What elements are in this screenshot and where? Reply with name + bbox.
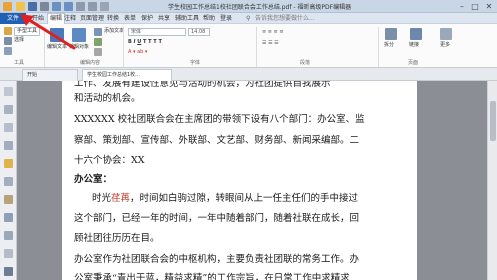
tab-document[interactable]: 学生校园工作总结1校... (82, 69, 172, 81)
zoom-icon[interactable] (4, 47, 12, 55)
title-bar: 学生校园工作总结1校社团联合会工作总结.pdf - 福昕高级PDF编辑器 – □… (0, 0, 497, 13)
navigation-panel (0, 81, 17, 280)
edit-object-icon[interactable] (72, 28, 86, 42)
ribbon-toolbar: 手型工具 选择 工具 编辑文本 编辑对象 添加文本 编辑内容 宋体 14.08 … (0, 24, 497, 68)
thumbnail-icon[interactable] (4, 87, 13, 96)
add-shape-icon[interactable] (94, 48, 102, 56)
text-line: 和活动的机会。 (74, 93, 141, 104)
minimize-icon[interactable]: – (456, 1, 468, 12)
content-icon[interactable] (4, 249, 13, 258)
document-tabs-bar: 开始 学生校园工作总结1校... (0, 68, 497, 81)
destinations-icon[interactable] (4, 213, 13, 222)
menu-accessibility[interactable]: 辅助工具 (175, 14, 199, 23)
text-line: 这个部门，已经一年的时间，一年中随着部门，随着社联在成长，回 (74, 213, 360, 224)
tab-start-label: 开始 (27, 72, 38, 78)
text-line: XXXXXX 校社团联合会在主席团的带领下设有八个部门：办公室、监 (74, 114, 365, 125)
tab-document-label: 学生校园工作总结1校... (87, 72, 140, 78)
text-line: 察部、策划部、宣传部、外联部、文艺部、财务部、新闻采编部。二 (74, 135, 360, 146)
text-line: 时光荏苒，时间如白驹过隙，转眼间从上一任主任们的手中接过 (92, 190, 358, 204)
menu-convert[interactable]: 转换 (107, 14, 119, 23)
open-icon[interactable] (16, 2, 25, 11)
maximize-icon[interactable]: □ (469, 1, 481, 12)
window-title: 学生校园工作总结1校社团联合会工作总结.pdf - 福昕高级PDF编辑器 (168, 4, 352, 11)
tags-icon[interactable] (4, 267, 13, 276)
link-button[interactable]: 链接 (409, 42, 419, 49)
group-label-font: 字体 (190, 60, 201, 66)
edit-text-icon[interactable] (50, 28, 64, 42)
security-icon[interactable] (4, 231, 13, 240)
tab-start[interactable]: 开始 (22, 69, 78, 81)
group-label-tools: 工具 (14, 60, 25, 66)
attachment-icon[interactable] (4, 177, 13, 186)
add-image-icon[interactable] (94, 38, 102, 46)
menu-home[interactable]: 开始 (32, 14, 44, 23)
hand-tool-button[interactable]: 手型工具 (14, 27, 41, 36)
menu-organize[interactable]: 页面管理 (80, 14, 104, 23)
undo-icon[interactable] (52, 2, 61, 11)
edit-object-button[interactable]: 编辑对象 (69, 44, 89, 51)
customize-icon[interactable] (100, 2, 109, 11)
font-style-buttons[interactable]: B I U T T T T (128, 39, 162, 46)
search-icon[interactable]: ⚲ (246, 14, 250, 23)
menu-bar: 文件 开始 编辑 注释 页面管理 转换 表单 保护 共享 辅助工具 帮助 登录 … (0, 13, 497, 24)
print-icon[interactable] (40, 2, 49, 11)
group-label-page: 页面 (408, 60, 419, 66)
spacing-buttons[interactable]: ☰ ☰ ☰ (262, 40, 279, 47)
font-name-select[interactable]: 宋体 (128, 28, 186, 36)
more-icon[interactable] (440, 28, 452, 40)
pages-icon[interactable] (4, 123, 13, 132)
split-button[interactable]: 拆分 (384, 42, 394, 49)
hand-quick-icon[interactable] (76, 2, 85, 11)
menu-share[interactable]: 共享 (158, 14, 170, 23)
select-tool-button[interactable]: 选择 (14, 37, 24, 44)
ribbon-separator (123, 27, 124, 67)
signature-icon[interactable] (4, 195, 13, 204)
ribbon-separator (378, 27, 379, 67)
select-tool-icon (4, 37, 12, 45)
save-icon[interactable] (28, 2, 37, 11)
ribbon-separator (256, 27, 257, 67)
text-span: ，时间如白驹过隙，转眼间从上一任主任们的手中接过 (130, 193, 359, 204)
add-text-icon[interactable] (94, 28, 102, 36)
align-buttons[interactable]: ≡ ≡ ≡ ≡ (262, 29, 284, 36)
comments-icon[interactable] (4, 159, 13, 168)
font-size-select[interactable]: 14.08 (188, 28, 210, 36)
text-line: 工作、发展有建设性意见与活动的机会，为社团提供自我展示 (74, 81, 331, 89)
text-line: 办公室作为社团联合会的中枢机构，主要负责社团联的常务工作。办 (74, 254, 360, 265)
section-heading: 办公室： (74, 174, 113, 185)
split-icon[interactable] (385, 28, 397, 40)
text-line: 十六个协会：XX (74, 155, 145, 166)
add-text-button[interactable]: 添加文本 (104, 28, 124, 35)
group-label-paragraph: 段落 (300, 60, 311, 66)
close-icon[interactable]: ✕ (483, 1, 495, 12)
more-button[interactable]: 更多 (440, 42, 450, 49)
menu-protect[interactable]: 保护 (141, 14, 153, 23)
ribbon-separator (44, 27, 45, 67)
bookmark-icon[interactable] (4, 105, 13, 114)
search-input[interactable]: 告诉我您想要做什么... (255, 14, 315, 23)
layers-icon[interactable] (4, 141, 13, 150)
select-quick-icon[interactable] (88, 2, 97, 11)
highlighted-word: 荏苒 (111, 193, 131, 204)
group-label-edit: 编辑内容 (80, 60, 101, 66)
link-icon[interactable] (410, 28, 422, 40)
text-span: 时光 (92, 193, 112, 204)
app-logo-icon (3, 2, 12, 11)
text-line: 公室秉承“青出于蓝，精益求精”的工作宗旨，在日常工作中求精求 (74, 273, 350, 280)
menu-help[interactable]: 帮助 (203, 14, 215, 23)
menu-comment[interactable]: 注释 (64, 14, 76, 23)
font-color-button[interactable]: A ▾ ab ▾ (128, 49, 147, 56)
text-line: 顾社团往历历在目。 (74, 233, 160, 244)
menu-edit[interactable]: 编辑 (47, 13, 66, 24)
pdf-page[interactable]: 工作、发展有建设性意见与活动的机会，为社团提供自我展示 和活动的机会。 XXXX… (62, 81, 417, 280)
scrollbar-thumb[interactable] (490, 101, 496, 141)
menu-login[interactable]: 登录 (220, 14, 232, 23)
file-menu-button[interactable]: 文件 (0, 13, 26, 24)
edit-text-button[interactable]: 编辑文本 (47, 44, 67, 51)
menu-form[interactable]: 表单 (124, 14, 136, 23)
redo-icon[interactable] (64, 2, 73, 11)
vertical-scrollbar[interactable] (487, 81, 497, 280)
hand-tool-icon (4, 27, 12, 35)
